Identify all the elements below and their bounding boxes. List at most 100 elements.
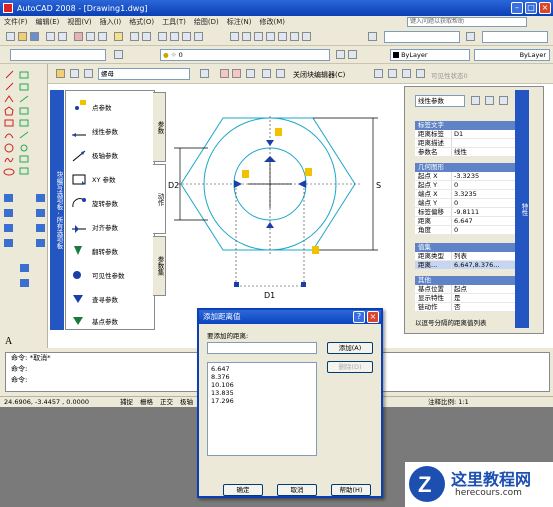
list-item[interactable]: 17.296 [211, 397, 313, 405]
scale-icon[interactable] [19, 155, 29, 163]
list-item[interactable]: 8.376 [211, 373, 313, 381]
object-type-select[interactable]: 线性参数 [415, 95, 465, 107]
grip-top-arrow[interactable] [266, 140, 274, 146]
maximize-button[interactable]: □ [525, 2, 537, 14]
prop-row[interactable]: 参数名 线性 [415, 148, 519, 157]
palette-xy-parameter[interactable]: XY 参数 [70, 169, 154, 189]
tab-parameters[interactable]: 参数 [153, 92, 166, 162]
rectangle-icon[interactable] [4, 119, 14, 127]
prop-row[interactable]: 基点位置 起点 [415, 285, 519, 294]
block-palette-titlebar[interactable]: 块编写选项板 - 所有选项板 [50, 90, 64, 330]
grip-left-arrow[interactable] [234, 180, 242, 188]
zoom-window-icon[interactable] [182, 32, 191, 41]
array-icon[interactable] [19, 119, 29, 127]
trim-icon[interactable] [36, 194, 45, 202]
prop-row[interactable]: 起点 X -3.3235 [415, 172, 519, 181]
undo-icon[interactable] [130, 32, 139, 41]
action-icon[interactable] [232, 69, 241, 78]
menu-insert[interactable]: 插入(I) [100, 17, 122, 27]
fillet-icon[interactable] [20, 264, 29, 272]
sheet-set-icon[interactable] [266, 32, 275, 41]
minimize-button[interactable]: – [511, 2, 523, 14]
section-misc[interactable]: 其他 [415, 276, 519, 285]
prop-row[interactable]: 距离描述 [415, 139, 519, 148]
prop-row[interactable]: 距离类型 列表 [415, 252, 519, 261]
list-item[interactable]: 10.106 [211, 381, 313, 389]
prop-row[interactable]: 端点 Y 0 [415, 199, 519, 208]
prop-value[interactable]: 0 [451, 226, 519, 234]
prop-value[interactable]: 3.3235 [451, 190, 519, 198]
menu-tools[interactable]: 工具(T) [162, 17, 186, 27]
text-style-icon[interactable] [368, 32, 377, 41]
redo-icon[interactable] [142, 32, 151, 41]
pan-icon[interactable] [158, 32, 167, 41]
workspace-select[interactable] [10, 49, 106, 61]
save-icon[interactable] [30, 32, 39, 41]
linetype-select[interactable]: ByLayer [474, 49, 550, 61]
move-icon[interactable] [19, 131, 29, 139]
save-block-icon[interactable] [70, 69, 79, 78]
update-parameter-icon[interactable] [262, 69, 271, 78]
menu-modify[interactable]: 修改(M) [259, 17, 285, 27]
paste-icon[interactable] [98, 32, 107, 41]
rotate-icon[interactable] [20, 144, 28, 152]
menu-format[interactable]: 格式(O) [129, 17, 154, 27]
cancel-button[interactable]: 取消 [277, 484, 317, 496]
palette-lookup-parameter[interactable]: 查寻参数 [70, 289, 154, 309]
ellipse-icon[interactable] [3, 168, 15, 176]
ortho-toggle[interactable]: 正交 [160, 397, 173, 407]
menu-edit[interactable]: 编辑(E) [36, 17, 60, 27]
properties-icon[interactable] [230, 32, 239, 41]
layer-previous-icon[interactable] [348, 50, 357, 59]
prop-value[interactable]: 列表 [451, 252, 519, 260]
make-invisible-icon[interactable] [402, 69, 411, 78]
define-attribute-icon[interactable] [246, 69, 255, 78]
prop-value[interactable]: 是 [451, 294, 519, 302]
gradient-icon[interactable] [4, 209, 13, 217]
block-name-field[interactable]: 螺母 [98, 68, 190, 80]
section-geometry[interactable]: 几何图形 [415, 163, 519, 172]
line-icon[interactable] [5, 70, 14, 79]
prop-row[interactable]: 端点 X 3.3235 [415, 190, 519, 199]
markup-icon[interactable] [278, 32, 287, 41]
pickadd-icon[interactable] [471, 96, 480, 105]
prop-row[interactable]: 距离 6.647 [415, 217, 519, 226]
grid-toggle[interactable]: 栅格 [140, 397, 153, 407]
prop-value[interactable]: 线性 [451, 148, 519, 156]
layer-select[interactable]: ● ☼ 0 [160, 49, 330, 61]
snap-toggle[interactable]: 捕捉 [120, 397, 133, 407]
authoring-palettes-icon[interactable] [200, 69, 209, 78]
help-icon[interactable] [302, 32, 311, 41]
prop-value[interactable]: 否 [451, 303, 519, 311]
dialog-close-icon[interactable]: × [367, 311, 379, 323]
d1-grip-right[interactable] [301, 282, 306, 287]
list-item[interactable]: 13.835 [211, 389, 313, 397]
d1-grip-left[interactable] [234, 282, 239, 287]
zoom-previous-icon[interactable] [194, 32, 203, 41]
polygon-icon[interactable] [4, 106, 14, 116]
copy-icon[interactable] [86, 32, 95, 41]
prop-value[interactable]: D1 [451, 130, 519, 138]
palette-linear-parameter[interactable]: 线性参数 [70, 121, 154, 141]
stretch-icon[interactable] [19, 167, 29, 175]
visibility-mode-icon[interactable] [374, 69, 383, 78]
offset-icon[interactable] [19, 107, 29, 115]
construction-line-icon[interactable] [5, 82, 14, 91]
chamfer-icon[interactable] [36, 239, 45, 247]
save-block-as-icon[interactable] [84, 69, 93, 78]
mtext-icon[interactable]: A [5, 336, 13, 347]
palette-basepoint-parameter[interactable]: 基点参数 [70, 311, 154, 331]
arc-icon[interactable] [4, 133, 14, 139]
extend-icon[interactable] [36, 209, 45, 217]
mirror-icon[interactable] [19, 95, 29, 103]
help-button[interactable]: 帮助(H) [331, 484, 371, 496]
close-block-editor-button[interactable]: 关闭块编辑器(C) [293, 70, 345, 80]
grip-bottom-arrow[interactable] [266, 222, 274, 228]
prop-row[interactable]: 起点 Y 0 [415, 181, 519, 190]
ok-button[interactable]: 确定 [223, 484, 263, 496]
copy-object-icon[interactable] [19, 83, 29, 91]
palette-rotation-parameter[interactable]: 旋转参数 [70, 193, 154, 213]
delete-button[interactable]: 删除(D) [327, 361, 373, 373]
open-icon[interactable] [18, 32, 27, 41]
edit-block-icon[interactable] [56, 69, 65, 78]
